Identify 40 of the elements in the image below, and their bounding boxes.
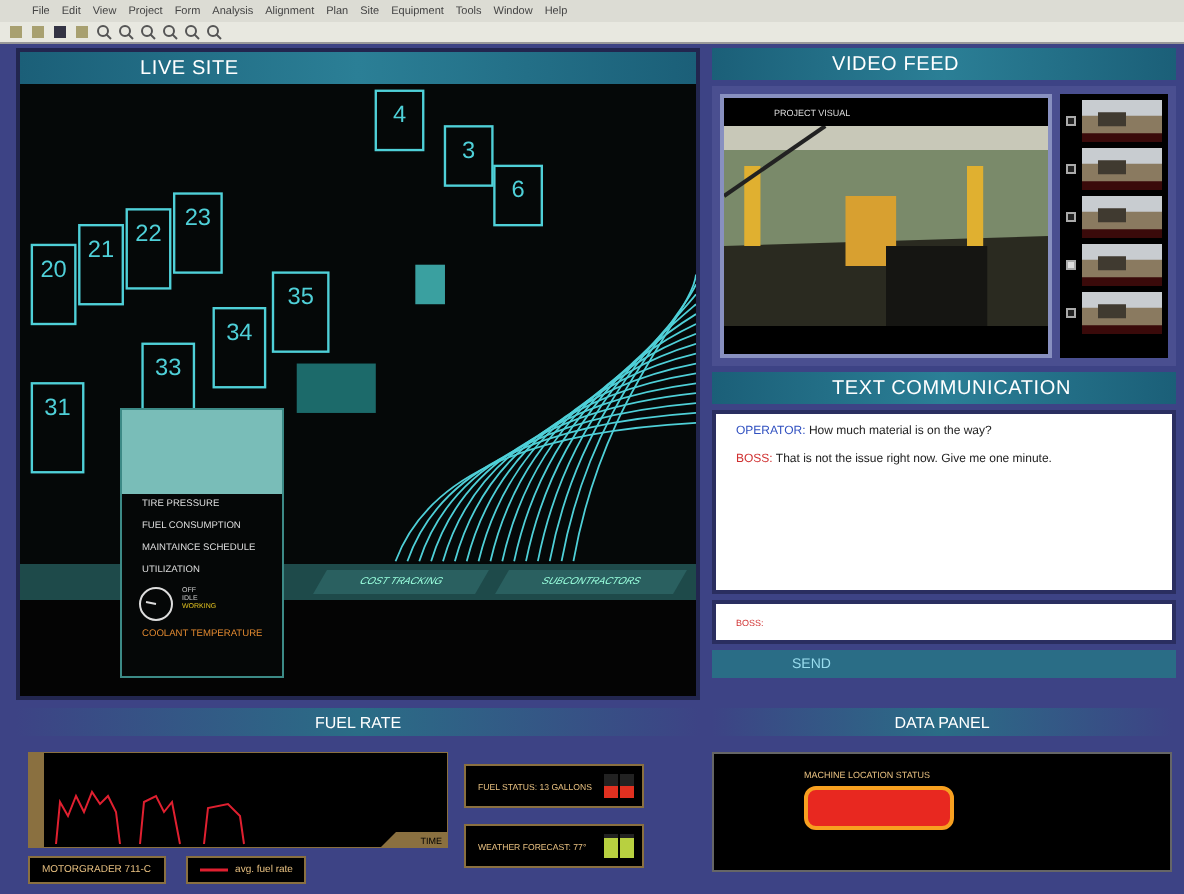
zoom-icon[interactable] [96, 24, 112, 40]
panel-title: VIDEO FEED [832, 53, 960, 75]
lot-outline [212, 307, 267, 389]
legend-line-icon [199, 868, 228, 872]
lot-number: 33 [155, 353, 182, 382]
building-shape [296, 363, 376, 413]
checkbox[interactable] [1066, 308, 1076, 318]
gauge-icon [138, 586, 174, 622]
lot-number: 23 [184, 203, 212, 232]
lot-outline [493, 164, 543, 227]
lot-outline [30, 243, 77, 326]
panel-title: DATA PANEL [894, 713, 990, 731]
lot-outline [271, 271, 330, 353]
lot-number: 31 [44, 392, 71, 421]
checkbox[interactable] [1066, 260, 1076, 270]
lot-outline [125, 208, 172, 290]
zoom-icon[interactable] [140, 24, 156, 40]
checkbox[interactable] [1066, 164, 1076, 174]
lot-number: 3 [462, 135, 476, 164]
lot-number: 22 [135, 219, 162, 247]
building-shape [415, 264, 445, 305]
panel-title: LIVE SITE [140, 57, 239, 79]
lot-outline [173, 192, 223, 274]
panel-title: FUEL RATE [314, 713, 402, 731]
zoom-icon[interactable] [118, 24, 134, 40]
panel-title: TEXT COMMUNICATION [832, 377, 1071, 399]
lot-outline [30, 382, 85, 474]
lot-number: 34 [226, 317, 253, 346]
lot-outline [443, 125, 494, 187]
lot-number: 20 [40, 254, 67, 283]
lot-number: 6 [511, 175, 525, 204]
zoom-icon[interactable] [162, 24, 178, 40]
lot-number: 4 [392, 100, 407, 129]
checkbox[interactable] [1066, 116, 1076, 126]
checkbox[interactable] [1066, 212, 1076, 222]
lot-outline [374, 89, 425, 152]
lot-outline [78, 224, 124, 306]
lot-number: 21 [87, 234, 115, 263]
zoom-icon[interactable] [184, 24, 200, 40]
lot-number: 35 [287, 282, 314, 311]
